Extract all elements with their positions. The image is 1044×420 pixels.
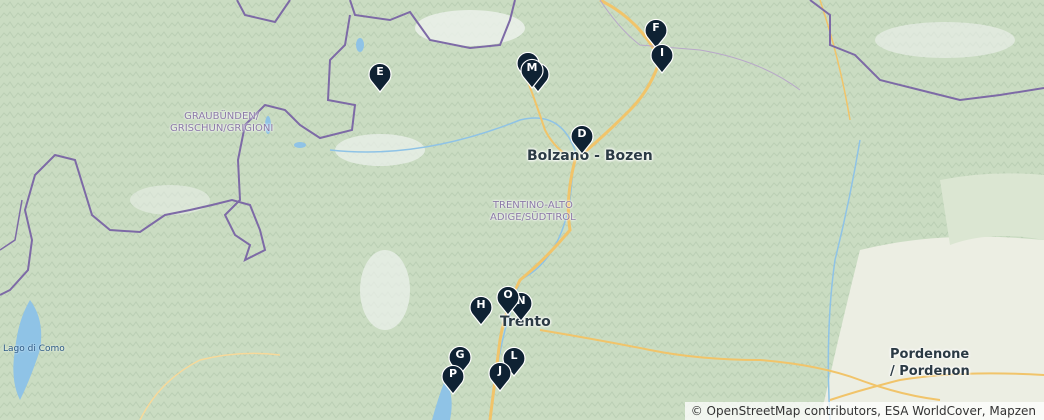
map-marker-m[interactable]: M: [519, 57, 545, 89]
map-marker-d[interactable]: D: [569, 123, 595, 155]
map-marker-p[interactable]: P: [440, 363, 466, 395]
map-marker-h[interactable]: H: [468, 294, 494, 326]
marker-label: G: [455, 348, 465, 361]
map-attribution[interactable]: © OpenStreetMap contributors, ESA WorldC…: [684, 402, 1044, 420]
marker-label: M: [526, 61, 538, 74]
marker-label: I: [659, 46, 665, 59]
map-marker-j[interactable]: J: [487, 360, 513, 392]
map-marker-o[interactable]: O: [495, 284, 521, 316]
marker-label: H: [476, 298, 486, 311]
marker-label: D: [577, 127, 587, 140]
map-view[interactable]: GRAUBÜNDEN/ GRISCHUN/GRIGIONI TRENTINO-A…: [0, 0, 1044, 420]
marker-label: F: [652, 21, 660, 34]
marker-label: J: [497, 364, 503, 377]
map-marker-e[interactable]: E: [367, 61, 393, 93]
marker-label: E: [376, 65, 384, 78]
marker-label: P: [448, 367, 458, 380]
map-marker-i[interactable]: I: [649, 42, 675, 74]
marker-label: O: [503, 288, 513, 301]
